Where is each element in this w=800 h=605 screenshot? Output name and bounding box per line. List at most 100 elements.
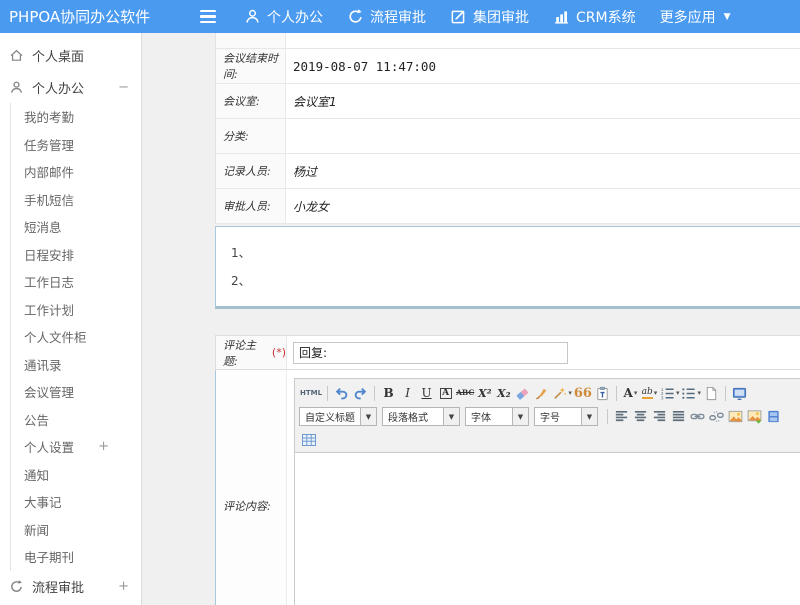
topnav-item-group-approval[interactable]: 集团审批 [450,7,529,27]
ordered-list-icon[interactable]: 123▾ [660,384,680,402]
underline-button[interactable]: U [418,384,435,402]
sidebar-item-label: 我的考勤 [24,107,74,126]
font-size-select-value: 字号 [535,409,581,424]
sidebar-item-personal-desktop[interactable]: 个人桌面 [0,39,141,71]
editor-content-area[interactable] [295,452,800,605]
sidebar-item-label: 内部邮件 [24,162,74,181]
collapse-toggle[interactable]: − [118,81,129,94]
unordered-list-icon[interactable]: ▾ [681,384,701,402]
main-content: 会议结束时间:2019-08-07 11:47:00会议室:会议室1分类:记录人… [143,33,800,605]
align-left-icon[interactable] [613,408,630,426]
bold-button[interactable]: B [380,384,397,402]
fullscreen-icon[interactable] [731,384,748,402]
font-box-button[interactable]: A [437,384,454,402]
blockquote-button[interactable]: 66 [574,384,592,402]
magic-wand-icon[interactable]: ▾ [552,384,572,402]
comment-subject-row: 评论主题: (*) [215,335,800,370]
font-color-label: A [624,387,633,399]
italic-button[interactable]: I [399,384,416,402]
comment-content-label-cell: 评论内容: [216,370,287,605]
user-icon [9,80,24,95]
unlink-icon[interactable] [708,408,725,426]
align-center-icon[interactable] [632,408,649,426]
expand-toggle[interactable]: + [98,440,109,453]
html-source-button[interactable]: HTML [300,384,322,402]
content-line: 2、 [231,267,800,295]
collapse-toggle[interactable]: + [118,580,129,593]
meeting-end-time-value: 2019-08-07 11:47:00 [286,49,800,83]
sidebar-item-task-management[interactable]: 任务管理 [11,131,141,159]
topnav-item-personal-office[interactable]: 个人办公 [244,7,323,27]
sidebar-item-work-log[interactable]: 工作日志 [11,268,141,296]
new-page-icon[interactable] [703,384,720,402]
hamburger-menu-icon[interactable] [200,10,216,24]
sidebar-item-news[interactable]: 新闻 [11,516,141,544]
comment-subject-label: 评论主题: [223,337,269,369]
paragraph-format-select[interactable]: 段落格式▼ [382,407,460,426]
topnav-item-more-apps[interactable]: 更多应用▼ [660,7,731,27]
select-caret-icon[interactable]: ▼ [512,408,528,425]
flash-icon[interactable] [746,408,763,426]
sidebar-item-label: 个人文件柜 [24,327,87,346]
sidebar-item-contacts[interactable]: 通讯录 [11,351,141,379]
align-right-icon[interactable] [651,408,668,426]
toolbar-separator [327,386,328,401]
redo-icon[interactable] [352,384,369,402]
strikethrough-button[interactable]: ABC [456,384,474,402]
undo-icon[interactable] [333,384,350,402]
process-icon [347,8,364,25]
sidebar-item-personal-office[interactable]: 个人办公− [0,71,141,103]
sidebar-item-work-plan[interactable]: 工作计划 [11,296,141,324]
meeting-detail-table: 会议结束时间:2019-08-07 11:47:00会议室:会议室1分类:记录人… [215,33,800,224]
sidebar-item-label: 个人桌面 [32,46,84,65]
sidebar-item-meeting-management[interactable]: 会议管理 [11,378,141,406]
media-icon[interactable] [765,408,782,426]
toolbar-separator [374,386,375,401]
process-icon [9,579,24,594]
comment-form: 评论主题: (*) 评论内容: HTMLBIUAABCX²X₂▾66A [215,335,800,605]
select-caret-icon[interactable]: ▼ [360,408,376,425]
recorder-value: 杨过 [286,154,800,188]
sidebar-item-label: 日程安排 [24,245,74,264]
sidebar-item-e-journal[interactable]: 电子期刊 [11,543,141,571]
sidebar-submenu: 我的考勤任务管理内部邮件手机短信短消息日程安排工作日志工作计划个人文件柜通讯录会… [10,103,141,571]
sidebar-item-schedule[interactable]: 日程安排 [11,241,141,269]
subscript-button[interactable]: X₂ [495,384,512,402]
html-source-label: HTML [300,390,322,397]
sidebar-item-label: 新闻 [24,520,49,539]
sidebar-item-process-approval[interactable]: 流程审批+ [0,571,141,603]
custom-heading-select[interactable]: 自定义标题▼ [299,407,377,426]
comment-content-value-cell: HTMLBIUAABCX²X₂▾66A▾ab▾123▾▾ 自定义标题▼段落格式▼… [287,370,800,605]
highlight-button[interactable]: ab▾ [641,384,658,402]
select-caret-icon[interactable]: ▼ [581,408,597,425]
format-brush-icon[interactable] [533,384,550,402]
sidebar-item-mobile-sms[interactable]: 手机短信 [11,186,141,214]
sidebar-item-label: 手机短信 [24,190,74,209]
sidebar-item-notice[interactable]: 通知 [11,461,141,489]
dropdown-caret-icon: ▾ [654,389,658,397]
table-icon[interactable] [300,431,317,449]
approver-value: 小龙女 [286,189,800,223]
paste-icon[interactable] [594,384,611,402]
sidebar-item-short-message[interactable]: 短消息 [11,213,141,241]
topnav-item-process-approval[interactable]: 流程审批 [347,7,426,27]
link-icon[interactable] [689,408,706,426]
align-justify-icon[interactable] [670,408,687,426]
eraser-icon[interactable] [514,384,531,402]
superscript-button[interactable]: X² [476,384,493,402]
font-family-select[interactable]: 字体▼ [465,407,529,426]
image-icon[interactable] [727,408,744,426]
comment-subject-input[interactable] [293,342,568,364]
sidebar-item-personal-settings[interactable]: 个人设置+ [11,433,141,461]
dropdown-caret-icon: ▾ [697,389,701,397]
sidebar-item-personal-cabinet[interactable]: 个人文件柜 [11,323,141,351]
sidebar-item-my-attendance[interactable]: 我的考勤 [11,103,141,131]
topnav-item-crm-system[interactable]: CRM系统 [553,7,636,27]
sidebar-item-announcement[interactable]: 公告 [11,406,141,434]
sidebar-item-memorabilia[interactable]: 大事记 [11,488,141,516]
category-label: 分类: [216,119,286,153]
font-color-button[interactable]: A▾ [622,384,639,402]
select-caret-icon[interactable]: ▼ [443,408,459,425]
sidebar-item-internal-mail[interactable]: 内部邮件 [11,158,141,186]
font-size-select[interactable]: 字号▼ [534,407,598,426]
